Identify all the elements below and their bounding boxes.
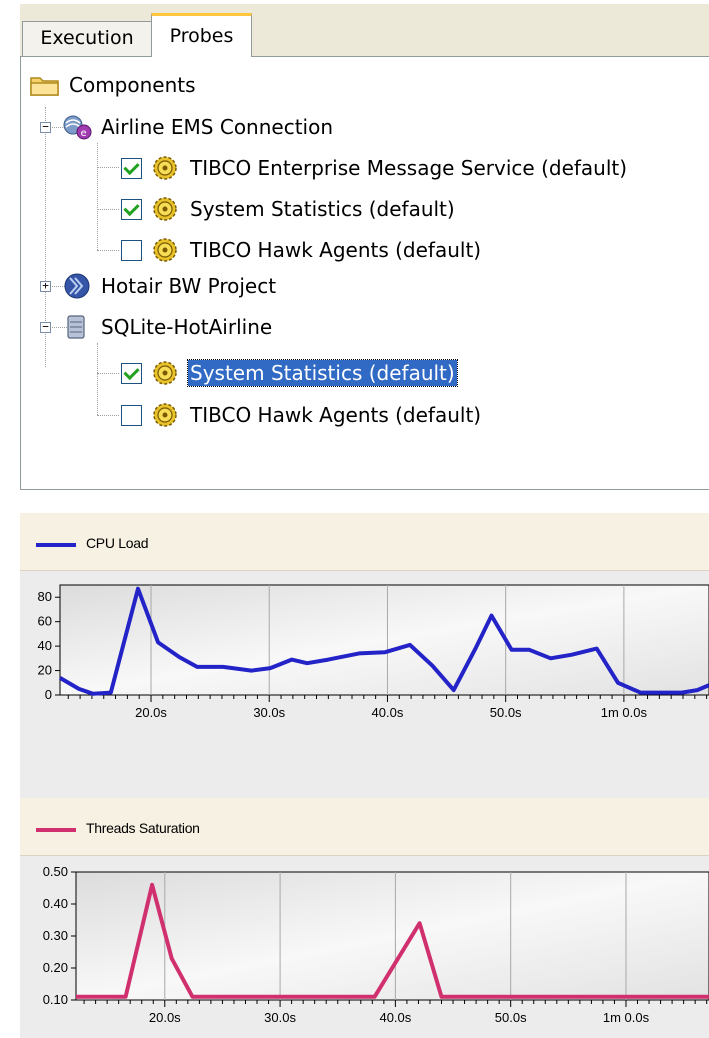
y-tick-label: 0.20	[43, 960, 68, 975]
tree-node-label: TIBCO Enterprise Message Service (defaul…	[190, 156, 628, 180]
tree-root-components[interactable]: Components	[29, 67, 198, 103]
legend-label: CPU Load	[86, 535, 149, 551]
y-tick-label: 0.30	[43, 928, 68, 943]
x-tick-label: 1m 0.0s	[601, 705, 648, 720]
gear-icon	[153, 197, 177, 221]
tree-connector	[97, 143, 98, 250]
gear-icon	[153, 403, 177, 427]
collapse-toggle[interactable]: −	[40, 121, 51, 133]
y-tick-label: 0.10	[43, 992, 68, 1007]
x-tick-label: 50.0s	[495, 1010, 527, 1025]
gear-icon	[153, 238, 177, 262]
tree-connector	[97, 250, 119, 251]
tree-node-label: System Statistics (default)	[190, 197, 455, 221]
y-tick-label: 60	[38, 614, 52, 629]
x-tick-label: 40.0s	[372, 705, 404, 720]
cpu-load-chart-panel: CPU Load 20.0s 30.0s 40.0s 50.0s 1m 0.0s 0 20 4…	[20, 513, 709, 798]
chart-legend-bar: Threads Saturation	[20, 798, 709, 856]
x-tick-label: 20.0s	[135, 705, 167, 720]
probe-item[interactable]: TIBCO Hawk Agents (default)	[121, 232, 483, 268]
legend-label: Threads Saturation	[86, 820, 200, 836]
tree-connector	[97, 343, 98, 415]
chart-legend-bar: CPU Load	[20, 513, 709, 571]
threads-saturation-chart: 20.0s 30.0s 40.0s 50.0s 1m 0.0s 0.10 0.20 0.30 0…	[43, 864, 709, 1025]
legend-swatch	[36, 543, 76, 547]
x-tick-label: 20.0s	[149, 1010, 181, 1025]
x-tick-label: 50.0s	[490, 705, 522, 720]
probe-checkbox[interactable]	[121, 404, 142, 426]
svg-text:e: e	[81, 128, 87, 139]
database-icon	[67, 315, 85, 339]
probe-item[interactable]: System Statistics (default)	[121, 191, 457, 227]
tree-node-sqlite[interactable]: SQLite-HotAirline	[61, 309, 274, 345]
probes-panel: Execution Probes Components − e Airline …	[20, 4, 709, 490]
cpu-load-chart: 20.0s 30.0s 40.0s 50.0s 1m 0.0s 0 20 40 60 80	[38, 584, 709, 720]
tree-node-label: TIBCO Hawk Agents (default)	[190, 238, 482, 262]
probe-item[interactable]: TIBCO Hawk Agents (default)	[121, 397, 483, 433]
y-tick-label: 20	[38, 663, 52, 678]
probe-checkbox[interactable]	[121, 239, 142, 261]
tree-connector	[97, 415, 119, 416]
expand-toggle[interactable]: +	[40, 280, 51, 292]
y-tick-label: 0	[45, 687, 52, 702]
tree-node-label: Airline EMS Connection	[101, 115, 334, 139]
tab-execution[interactable]: Execution	[22, 21, 152, 56]
tree-node-airline-ems[interactable]: e Airline EMS Connection	[61, 109, 335, 145]
legend-swatch	[36, 828, 76, 832]
y-tick-label: 0.50	[43, 864, 68, 879]
collapse-toggle[interactable]: −	[40, 321, 51, 333]
tree-node-label-selected: System Statistics (default)	[187, 359, 458, 387]
y-tick-label: 80	[38, 589, 52, 604]
folder-icon	[30, 77, 59, 96]
probe-item[interactable]: System Statistics (default)	[121, 355, 458, 391]
probe-checkbox[interactable]	[121, 362, 142, 384]
x-tick-label: 40.0s	[379, 1010, 411, 1025]
tree-node-label: Hotair BW Project	[101, 274, 277, 298]
tree-connector	[97, 167, 119, 168]
tab-probes[interactable]: Probes	[151, 13, 252, 57]
tree-node-label: Components	[69, 73, 196, 97]
x-tick-label: 1m 0.0s	[603, 1010, 650, 1025]
x-tick-label: 30.0s	[253, 705, 285, 720]
probe-checkbox[interactable]	[121, 198, 142, 220]
tree-connector	[97, 209, 119, 210]
probe-checkbox[interactable]	[121, 157, 142, 179]
gear-icon	[153, 156, 177, 180]
x-tick-label: 30.0s	[264, 1010, 296, 1025]
tree-connector	[97, 373, 119, 374]
y-tick-label: 40	[38, 638, 52, 653]
tree-node-label: TIBCO Hawk Agents (default)	[190, 403, 482, 427]
threads-saturation-chart-panel: Threads Saturation 20.0s 30.0s 40.0s 50.0s 1…	[20, 798, 709, 1038]
y-tick-label: 0.40	[43, 896, 68, 911]
tab-bar: Execution Probes	[20, 4, 709, 57]
ems-connection-icon: e	[63, 115, 92, 140]
tree-node-label: SQLite-HotAirline	[101, 315, 273, 339]
bw-project-icon	[64, 273, 90, 299]
component-tree: Components − e Airline EMS Connection TI…	[20, 56, 709, 490]
plot-area	[75, 871, 709, 1001]
tree-node-hotair-bw[interactable]: Hotair BW Project	[61, 268, 278, 304]
gear-icon	[153, 361, 177, 385]
probe-item[interactable]: TIBCO Enterprise Message Service (defaul…	[121, 150, 629, 186]
